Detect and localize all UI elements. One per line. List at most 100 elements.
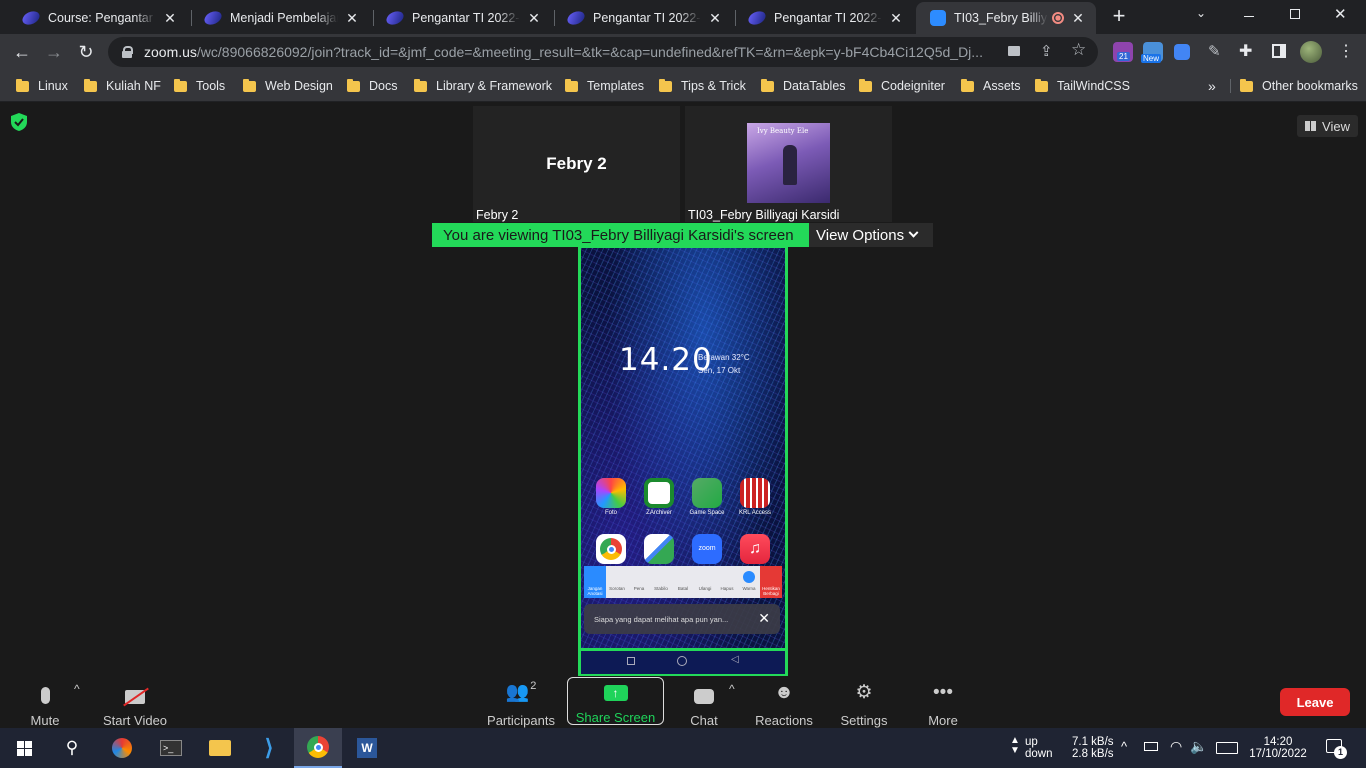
browser-tab-active[interactable]: TI03_Febry Billiyag ✕ — [916, 2, 1096, 34]
start-video-button[interactable]: Start Video — [100, 676, 170, 728]
settings-button[interactable]: ⚙ Settings — [838, 676, 890, 728]
thumbnail-caption: Ivy Beauty Ele — [757, 127, 809, 135]
phone-notice: Siapa yang dapat melihat apa pun yan... … — [584, 604, 780, 634]
bookmark-folder[interactable]: Codeigniter — [859, 76, 945, 96]
close-icon[interactable]: ✕ — [526, 10, 542, 27]
date-text: Sen, 17 Okt — [698, 366, 741, 375]
app-icon[interactable] — [98, 728, 146, 768]
battery-icon[interactable] — [1144, 742, 1158, 751]
annotation-tool: Pena — [633, 586, 645, 591]
extension-icon[interactable]: New — [1141, 42, 1163, 63]
share-icon[interactable]: ⇪ — [1040, 42, 1053, 60]
new-tab-button[interactable]: + — [1108, 5, 1130, 29]
chat-button[interactable]: Chat — [684, 676, 724, 728]
share-screen-button[interactable]: ↑ Share Screen — [567, 677, 664, 725]
bookmark-folder[interactable]: DataTables — [761, 76, 846, 96]
search-icon[interactable]: ⚲ — [48, 728, 96, 768]
recents-icon — [627, 657, 635, 665]
participant-name: TI03_Febry Billiyagi Karsidi — [688, 208, 840, 222]
folder-icon — [565, 78, 578, 92]
bookmark-folder[interactable]: TailWindCSS — [1035, 76, 1130, 96]
reload-icon[interactable]: ↻ — [72, 38, 100, 66]
chat-label: Chat — [690, 713, 718, 728]
participant-tile[interactable]: Ivy Beauty Ele TI03_Febry Billiyagi Kars… — [685, 106, 892, 222]
close-icon[interactable]: ✕ — [707, 10, 723, 27]
close-icon: ✕ — [758, 610, 770, 626]
browser-tab[interactable]: Pengantar TI 2022-1 ( ✕ — [372, 2, 552, 34]
leave-button[interactable]: Leave — [1280, 688, 1350, 716]
extension-icon[interactable]: 21 — [1113, 42, 1133, 62]
reactions-label: Reactions — [755, 713, 813, 728]
shield-icon[interactable] — [10, 112, 28, 132]
bookmark-folder[interactable]: Templates — [565, 76, 644, 96]
volume-icon[interactable]: 🔈 — [1190, 738, 1207, 755]
word-icon[interactable]: W — [343, 728, 391, 768]
address-bar[interactable]: zoom.us/wc/89066826092/join?track_id=&jm… — [108, 37, 1098, 67]
menu-icon[interactable]: ⋮ — [1338, 41, 1354, 61]
mute-button[interactable]: Mute — [22, 676, 68, 728]
view-button[interactable]: View — [1297, 115, 1358, 137]
close-icon[interactable]: ✕ — [888, 10, 904, 27]
course-icon — [565, 8, 587, 28]
folder-icon — [16, 78, 29, 92]
close-icon[interactable]: ✕ — [162, 10, 178, 27]
chevron-up-icon[interactable]: ^ — [729, 682, 735, 696]
bookmark-folder[interactable]: Library & Framework — [414, 76, 552, 96]
browser-tab[interactable]: Pengantar TI 2022-1 ( ✕ — [734, 2, 914, 34]
app-foto: Foto — [589, 478, 633, 516]
home-icon — [677, 656, 687, 666]
notification-icon[interactable]: 1 — [1326, 739, 1347, 759]
file-explorer-icon[interactable] — [196, 728, 244, 768]
sidebar-icon[interactable] — [1272, 44, 1286, 58]
bookmark-folder[interactable]: Web Design — [243, 76, 333, 96]
start-video-label: Start Video — [102, 713, 168, 728]
vscode-icon[interactable]: ⟩ — [245, 728, 293, 768]
restore-button[interactable] — [1290, 9, 1300, 19]
recording-icon — [1052, 12, 1064, 24]
bookmark-folder[interactable]: Tools — [174, 76, 225, 96]
keyboard-icon[interactable] — [1216, 742, 1238, 754]
close-window-button[interactable]: ✕ — [1334, 5, 1347, 23]
avatar[interactable] — [1300, 41, 1322, 63]
translate-icon[interactable] — [1174, 44, 1190, 60]
bookmark-folder[interactable]: Tips & Trick — [659, 76, 746, 96]
bookmark-folder[interactable]: Kuliah NF — [84, 76, 161, 96]
bookmark-folder[interactable]: Assets — [961, 76, 1021, 96]
bookmark-folder[interactable]: Linux — [16, 76, 68, 96]
close-icon[interactable]: ✕ — [1070, 10, 1086, 27]
bookmark-folder[interactable]: Docs — [347, 76, 397, 96]
view-options-dropdown[interactable]: View Options — [809, 223, 933, 247]
windows-start-icon[interactable] — [0, 728, 48, 768]
pen-icon[interactable]: ✎ — [1208, 42, 1221, 60]
reactions-button[interactable]: ☻ Reactions — [753, 676, 815, 728]
app-game-space: Game Space — [685, 478, 729, 516]
share-arrow-icon: ↑ — [603, 685, 628, 701]
chevron-up-icon[interactable]: ^ — [74, 682, 80, 696]
course-icon — [746, 8, 768, 28]
puzzle-icon[interactable]: ✚ — [1239, 41, 1252, 61]
browser-tab[interactable]: Menjadi Pembelajar M ✕ — [190, 2, 370, 34]
chevron-up-icon[interactable]: ^ — [1121, 739, 1127, 754]
participant-tile[interactable]: Febry 2 Febry 2 — [473, 106, 680, 222]
participants-button[interactable]: 👥 2 Participants — [486, 676, 556, 728]
tab-title: Pengantar TI 2022-1 ( — [593, 11, 701, 25]
lock-icon — [122, 46, 133, 58]
tab-search-icon[interactable]: ⌄ — [1196, 6, 1206, 20]
browser-tab[interactable]: Course: Pengantar TI 2 ✕ — [8, 2, 188, 34]
camera-icon[interactable] — [1008, 46, 1020, 56]
forward-icon[interactable]: → — [40, 38, 68, 66]
wifi-icon[interactable]: ◠ — [1170, 738, 1182, 755]
bookmarks-overflow-button[interactable]: » — [1208, 76, 1216, 96]
back-icon[interactable]: ← — [8, 38, 36, 66]
browser-tab[interactable]: Pengantar TI 2022-1 ( ✕ — [553, 2, 733, 34]
close-icon[interactable]: ✕ — [344, 10, 360, 27]
microphone-icon — [22, 676, 68, 704]
terminal-icon[interactable]: >_ — [147, 728, 195, 768]
bookmark-star-icon[interactable]: ☆ — [1071, 40, 1086, 60]
minimize-button[interactable] — [1244, 16, 1254, 17]
clock[interactable]: 14:20 17/10/2022 — [1249, 728, 1307, 768]
more-button[interactable]: ••• More — [922, 676, 964, 728]
other-bookmarks-folder[interactable]: Other bookmarks — [1240, 76, 1358, 96]
annotation-tool: Hentikan Berbagi — [760, 566, 782, 598]
chrome-taskbar-icon[interactable] — [294, 728, 342, 768]
